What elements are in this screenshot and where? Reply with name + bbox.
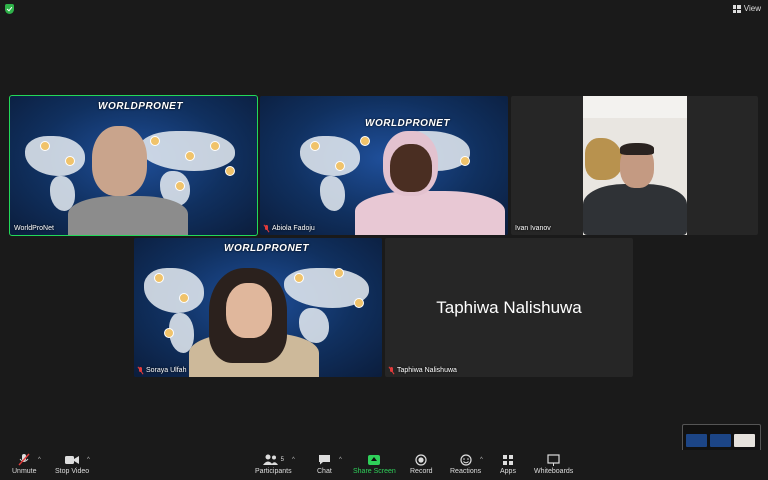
video-tile-abiola-fadoju[interactable]: WORLDPRONET Abiola Fadoju [260, 96, 508, 235]
chat-options-caret-icon[interactable]: ^ [339, 457, 342, 463]
reactions-smiley-icon [459, 453, 472, 466]
unmute-button[interactable]: Unmute [12, 453, 37, 475]
share-screen-button[interactable]: Share Screen [353, 453, 396, 475]
participant-name-label: Abiola Fadoju [264, 225, 315, 232]
whiteboards-button[interactable]: Whiteboards [534, 453, 573, 475]
participants-options-caret-icon[interactable]: ^ [292, 457, 295, 463]
view-label: View [743, 4, 761, 13]
participant-name-label: Ivan Ivanov [515, 225, 551, 232]
encryption-shield-icon[interactable] [5, 4, 14, 14]
participant-name-label: WorldProNet [14, 225, 54, 232]
participant-name-label: Soraya Ulfah [138, 367, 186, 374]
muted-mic-icon [138, 367, 143, 374]
muted-mic-icon [389, 367, 394, 374]
grid-view-icon [732, 5, 741, 13]
participants-count: 5 [280, 456, 284, 463]
chat-button[interactable]: Chat [317, 453, 332, 475]
apps-icon [502, 454, 513, 465]
audio-options-caret-icon[interactable]: ^ [38, 457, 41, 463]
meeting-top-bar: View [0, 0, 768, 18]
whiteboard-icon [547, 453, 560, 466]
reactions-button[interactable]: Reactions [450, 453, 481, 475]
record-icon [415, 453, 427, 466]
worldpronet-logo: WORLDPRONET [365, 118, 450, 129]
chat-bubble-icon [318, 455, 330, 465]
view-button[interactable]: View [732, 3, 761, 15]
worldpronet-logo: WORLDPRONET [224, 243, 309, 254]
participant-video-ivan-ivanov [583, 96, 687, 235]
apps-button[interactable]: Apps [500, 453, 516, 475]
record-button[interactable]: Record [410, 453, 433, 475]
participant-name-label: Taphiwa Nalishuwa [389, 367, 457, 374]
participants-button[interactable]: 5 Participants [255, 453, 292, 475]
stop-video-button[interactable]: Stop Video [55, 453, 89, 475]
worldpronet-logo: WORLDPRONET [98, 101, 183, 112]
video-tile-ivan-ivanov[interactable]: Ivan Ivanov [511, 96, 758, 235]
video-tile-taphiwa-nalishuwa[interactable]: Taphiwa Nalishuwa Taphiwa Nalishuwa [385, 238, 633, 377]
camera-off-name: Taphiwa Nalishuwa [436, 297, 582, 317]
share-screen-icon [368, 454, 381, 465]
reactions-options-caret-icon[interactable]: ^ [480, 457, 483, 463]
video-tile-worldpronet[interactable]: WORLDPRONET WorldProNet [9, 95, 258, 236]
video-camera-icon [65, 455, 80, 464]
microphone-muted-icon [18, 453, 30, 466]
video-tile-soraya-ulfah[interactable]: WORLDPRONET Soraya Ulfah [134, 238, 382, 377]
muted-mic-icon [264, 225, 269, 232]
participants-icon [262, 454, 278, 465]
video-options-caret-icon[interactable]: ^ [87, 457, 90, 463]
meeting-toolbar: Unmute ^ Stop Video ^ 5 Participants ^ C… [0, 450, 768, 480]
